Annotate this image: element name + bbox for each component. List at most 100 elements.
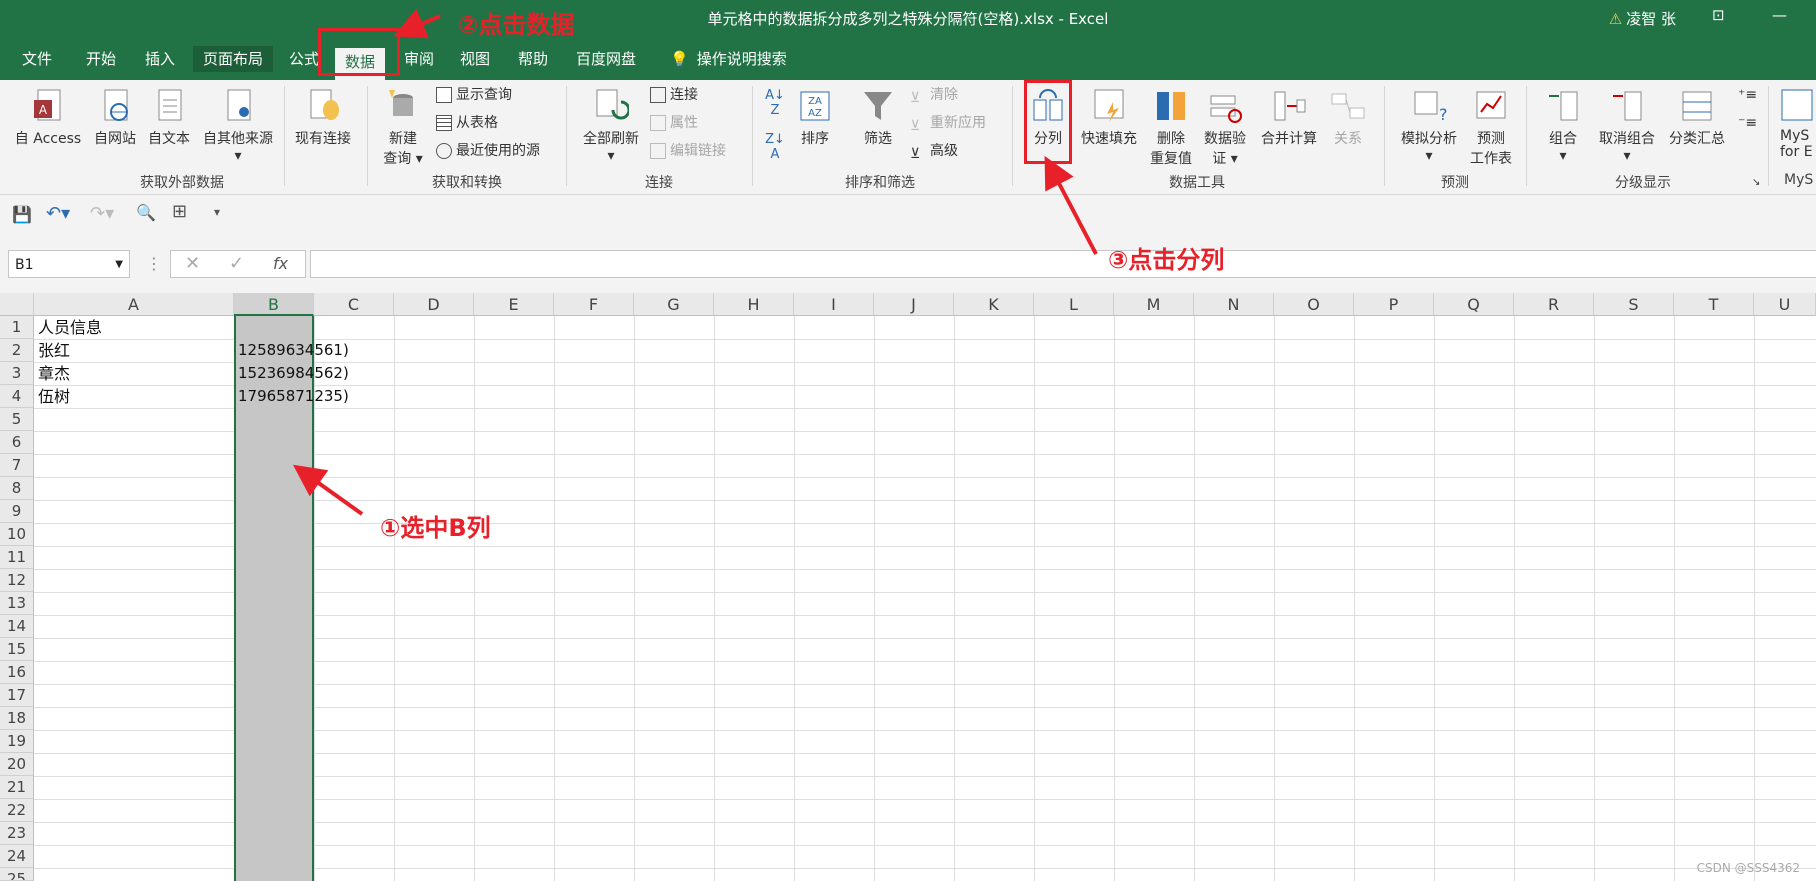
redo-icon[interactable]: ↷▾ <box>90 203 114 224</box>
advanced-filter-button[interactable]: ⊻ 高级 <box>910 140 958 162</box>
row-header[interactable]: 4 <box>0 385 34 408</box>
row-header[interactable]: 11 <box>0 546 34 569</box>
recent-sources-button[interactable]: 最近使用的源 <box>436 140 540 162</box>
row-header[interactable]: 1 <box>0 316 34 339</box>
sort-za-button[interactable]: Z↓ A <box>762 132 788 162</box>
column-header-m[interactable]: M <box>1114 293 1194 316</box>
row-header[interactable]: 21 <box>0 776 34 799</box>
relationships-button[interactable]: 关系 <box>1328 88 1368 148</box>
cell-b2[interactable]: 12589634561) <box>238 339 349 362</box>
cancel-icon[interactable]: ✕ <box>185 253 200 274</box>
column-header-o[interactable]: O <box>1274 293 1354 316</box>
cell-a2[interactable]: 张红 <box>38 339 70 362</box>
column-header-g[interactable]: G <box>634 293 714 316</box>
hide-detail-icon[interactable]: ⁻≡ <box>1738 112 1757 134</box>
borders-icon[interactable]: ⊞ <box>172 201 187 222</box>
column-header-r[interactable]: R <box>1514 293 1594 316</box>
enter-icon[interactable]: ✓ <box>229 253 244 274</box>
column-header-s[interactable]: S <box>1594 293 1674 316</box>
column-header-e[interactable]: E <box>474 293 554 316</box>
undo-icon[interactable]: ↶▾ <box>46 203 70 224</box>
remove-duplicates-button[interactable]: 删除 重复值 <box>1146 88 1196 168</box>
row-header[interactable]: 25 <box>0 868 34 881</box>
properties-button[interactable]: 属性 <box>650 112 698 134</box>
tab-page-layout[interactable]: 页面布局 <box>193 46 274 72</box>
from-web-button[interactable]: 自网站 <box>90 88 140 148</box>
subtotal-button[interactable]: 分类汇总 <box>1664 88 1730 148</box>
column-header-h[interactable]: H <box>714 293 794 316</box>
column-header-u[interactable]: U <box>1754 293 1816 316</box>
from-text-button[interactable]: 自文本 <box>144 88 194 148</box>
connections-button[interactable]: 连接 <box>650 84 698 106</box>
column-header-a[interactable]: A <box>34 293 234 316</box>
row-header[interactable]: 13 <box>0 592 34 615</box>
row-header[interactable]: 18 <box>0 707 34 730</box>
save-icon[interactable]: 💾 <box>12 205 32 224</box>
column-header-k[interactable]: K <box>954 293 1034 316</box>
tab-insert[interactable]: 插入 <box>135 46 185 72</box>
ungroup-button[interactable]: 取消组合 ▾ <box>1594 88 1660 164</box>
sort-button[interactable]: ZA AZ 排序 <box>794 88 836 148</box>
row-header[interactable]: 22 <box>0 799 34 822</box>
mysql-for-excel-button[interactable]: MyS for E <box>1780 88 1816 160</box>
column-header-j[interactable]: J <box>874 293 954 316</box>
new-query-button[interactable]: 新建 查询 ▾ <box>378 88 428 168</box>
row-header[interactable]: 3 <box>0 362 34 385</box>
row-header[interactable]: 23 <box>0 822 34 845</box>
cell-b4[interactable]: 17965871235) <box>238 385 349 408</box>
group-button[interactable]: 组合 ▾ <box>1538 88 1588 164</box>
row-header[interactable]: 7 <box>0 454 34 477</box>
row-header[interactable]: 16 <box>0 661 34 684</box>
select-all-corner[interactable] <box>0 293 34 316</box>
column-header-c[interactable]: C <box>314 293 394 316</box>
consolidate-button[interactable]: 合并计算 <box>1256 88 1322 148</box>
row-header[interactable]: 6 <box>0 431 34 454</box>
cell-a3[interactable]: 章杰 <box>38 362 70 385</box>
forecast-sheet-button[interactable]: 预测 工作表 <box>1466 88 1516 168</box>
row-header[interactable]: 2 <box>0 339 34 362</box>
row-header[interactable]: 8 <box>0 477 34 500</box>
column-header-b[interactable]: B <box>234 293 314 316</box>
print-preview-icon[interactable]: 🔍 <box>136 203 156 222</box>
data-validation-button[interactable]: 数据验证 ▾ <box>1200 88 1250 168</box>
tell-me-search[interactable]: 💡 操作说明搜索 <box>660 46 797 72</box>
tab-baidu-netdisk[interactable]: 百度网盘 <box>566 46 646 72</box>
filter-button[interactable]: 筛选 <box>858 88 898 148</box>
cell-b3[interactable]: 15236984562) <box>238 362 349 385</box>
insert-function-icon[interactable]: fx <box>273 254 288 273</box>
tab-home[interactable]: 开始 <box>76 46 126 72</box>
sort-az-button[interactable]: A↓ Z <box>762 88 788 118</box>
column-header-f[interactable]: F <box>554 293 634 316</box>
row-header[interactable]: 12 <box>0 569 34 592</box>
cell-a1[interactable]: 人员信息 <box>38 316 102 339</box>
formula-input[interactable] <box>310 250 1816 278</box>
row-header[interactable]: 20 <box>0 753 34 776</box>
row-header[interactable]: 14 <box>0 615 34 638</box>
tab-review[interactable]: 审阅 <box>394 46 444 72</box>
customize-toolbar-icon[interactable]: ▾ <box>214 205 220 219</box>
column-header-t[interactable]: T <box>1674 293 1754 316</box>
cell-a4[interactable]: 伍树 <box>38 385 70 408</box>
row-header[interactable]: 15 <box>0 638 34 661</box>
tab-file[interactable]: 文件 <box>12 46 62 72</box>
column-header-n[interactable]: N <box>1194 293 1274 316</box>
what-if-analysis-button[interactable]: ? 模拟分析 ▾ <box>1396 88 1462 164</box>
row-header[interactable]: 10 <box>0 523 34 546</box>
column-header-l[interactable]: L <box>1034 293 1114 316</box>
minimize-icon[interactable]: — <box>1772 6 1787 24</box>
flash-fill-button[interactable]: 快速填充 <box>1076 88 1142 148</box>
row-header[interactable]: 9 <box>0 500 34 523</box>
column-header-p[interactable]: P <box>1354 293 1434 316</box>
from-access-button[interactable]: A 自 Access <box>12 88 84 148</box>
tab-help[interactable]: 帮助 <box>508 46 558 72</box>
reapply-button[interactable]: ⊻ 重新应用 <box>910 112 986 134</box>
row-header[interactable]: 5 <box>0 408 34 431</box>
edit-links-button[interactable]: 编辑链接 <box>650 140 726 162</box>
from-table-button[interactable]: 从表格 <box>436 112 498 134</box>
show-queries-button[interactable]: 显示查询 <box>436 84 512 106</box>
column-header-i[interactable]: I <box>794 293 874 316</box>
dialog-launcher-icon[interactable]: ↘ <box>1752 172 1760 194</box>
refresh-all-button[interactable]: 全部刷新 ▾ <box>578 88 644 164</box>
column-header-q[interactable]: Q <box>1434 293 1514 316</box>
name-box[interactable]: B1 ▼ <box>8 250 130 278</box>
